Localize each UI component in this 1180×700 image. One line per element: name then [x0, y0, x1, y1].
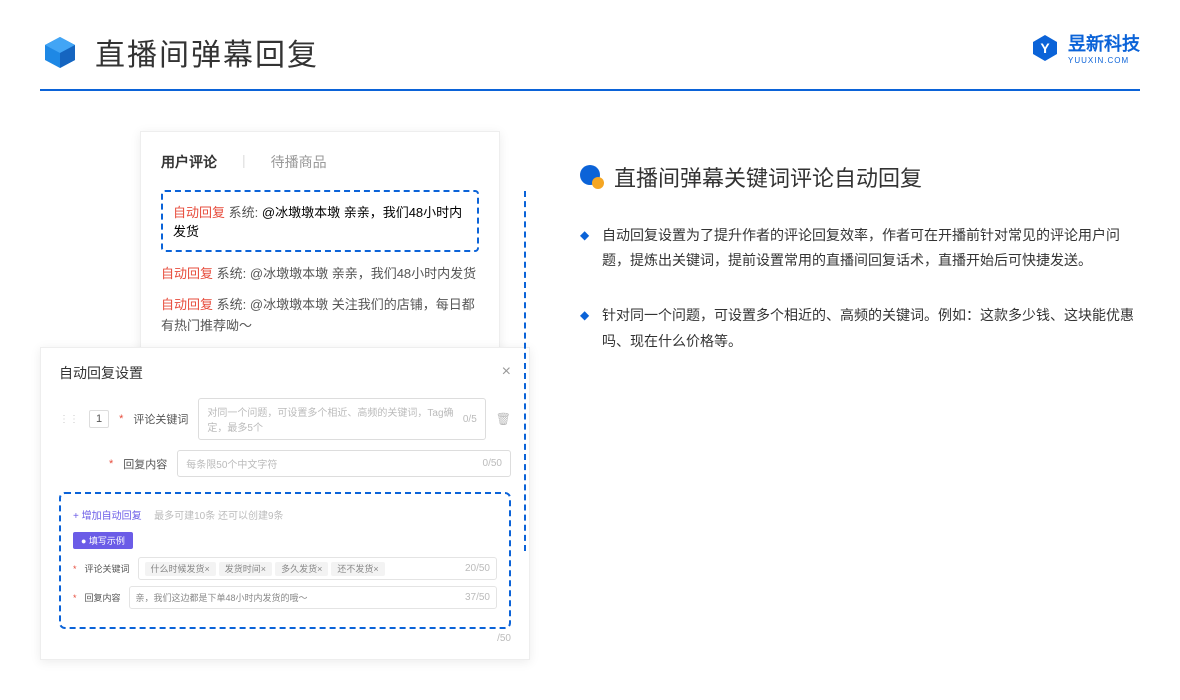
- auto-reply-dialog: 自动回复设置 × ⋮⋮ 1 * 评论关键词 对同一个问题，可设置多个相近、高频的…: [40, 347, 530, 660]
- connector-line: [524, 191, 526, 551]
- highlighted-message: 自动回复 系统: @冰墩墩本墩 亲亲，我们48小时内发货: [161, 190, 479, 252]
- delete-icon[interactable]: 🗑: [496, 412, 511, 426]
- keyword-tag: 什么时候发货×: [145, 562, 216, 576]
- keyword-tag: 多久发货×: [275, 562, 328, 576]
- bullet-item: 自动回复设置为了提升作者的评论回复效率，作者可在开播前针对常见的评论用户问题，提…: [580, 223, 1140, 273]
- keyword-tag: 发货时间×: [219, 562, 272, 576]
- system-label: 系统:: [229, 205, 259, 220]
- example-kw-value: 什么时候发货×发货时间×多久发货×还不发货× 20/50: [138, 557, 497, 580]
- section-icon: [580, 165, 604, 189]
- add-reply-link[interactable]: + 增加自动回复: [73, 511, 142, 522]
- keyword-input[interactable]: 对同一个问题，可设置多个相近、高频的关键词，Tag确定，最多5个 0/5: [198, 398, 485, 440]
- logo-url: YUUXIN.COM: [1068, 56, 1140, 65]
- example-content-value: 亲，我们这边都是下单48小时内发货的哦～ 37/50: [129, 586, 497, 609]
- logo-text: 昱新科技: [1068, 34, 1140, 54]
- example-kw-label: 评论关键词: [85, 562, 130, 575]
- message-3: 自动回复 系统: @冰墩墩本墩 关注我们的店铺，每日都有热门推荐呦～: [161, 295, 479, 337]
- required-star: *: [119, 413, 123, 425]
- section-title: 直播间弹幕关键词评论自动回复: [614, 161, 922, 193]
- content-label: 回复内容: [123, 456, 167, 472]
- tab-products[interactable]: 待播商品: [271, 152, 327, 172]
- example-badge: ● 填写示例: [73, 532, 133, 549]
- add-hint: 最多可建10条 还可以创建9条: [154, 511, 283, 522]
- message-2: 自动回复 系统: @冰墩墩本墩 亲亲，我们48小时内发货: [161, 264, 479, 285]
- logo: Y 昱新科技 YUUXIN.COM: [1030, 30, 1140, 65]
- cube-icon: [40, 32, 80, 72]
- rule-number: 1: [89, 410, 109, 428]
- bullet-item: 针对同一个问题，可设置多个相近的、高频的关键词。例如：这款多少钱、这块能优惠吗、…: [580, 303, 1140, 353]
- required-star: *: [109, 458, 113, 470]
- keyword-tag: 还不发货×: [331, 562, 384, 576]
- auto-reply-label: 自动回复: [173, 205, 225, 220]
- logo-icon: Y: [1030, 33, 1060, 63]
- example-content-label: 回复内容: [85, 591, 121, 604]
- svg-text:Y: Y: [1040, 40, 1050, 56]
- close-icon[interactable]: ×: [502, 363, 511, 383]
- drag-icon[interactable]: ⋮⋮: [59, 414, 79, 425]
- tab-separator: |: [242, 152, 246, 172]
- outer-counter: /50: [59, 633, 511, 644]
- comments-panel: 用户评论 | 待播商品 自动回复 系统: @冰墩墩本墩 亲亲，我们48小时内发货…: [140, 131, 500, 367]
- keyword-label: 评论关键词: [133, 411, 188, 427]
- example-section: + 增加自动回复 最多可建10条 还可以创建9条 ● 填写示例 * 评论关键词 …: [59, 492, 511, 629]
- content-input[interactable]: 每条限50个中文字符 0/50: [177, 450, 511, 477]
- page-title: 直播间弹幕回复: [95, 30, 319, 74]
- tab-comments[interactable]: 用户评论: [161, 152, 217, 172]
- dialog-title: 自动回复设置: [59, 363, 143, 383]
